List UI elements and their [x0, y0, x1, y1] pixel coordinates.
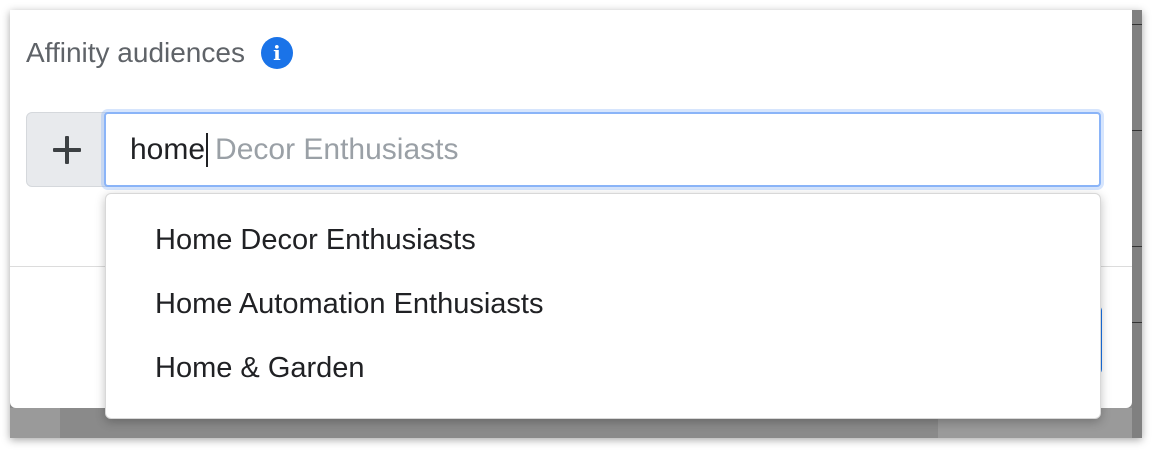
suggestion-dropdown: Home Decor Enthusiasts Home Automation E…: [105, 193, 1101, 419]
section-header: Affinity audiences i: [26, 36, 293, 70]
autocomplete-ghost-text: Decor Enthusiasts: [215, 132, 459, 166]
text-caret: [206, 132, 209, 167]
suggestion-item[interactable]: Home Decor Enthusiasts: [106, 208, 1100, 272]
background-divider: [1132, 322, 1142, 323]
background-panel: [1132, 10, 1142, 438]
plus-icon: [53, 135, 81, 164]
background-divider: [1132, 246, 1142, 247]
suggestion-item[interactable]: Home & Garden: [106, 336, 1100, 400]
audience-search-input[interactable]: home Decor Enthusiasts: [104, 112, 1101, 187]
background-divider: [1132, 24, 1142, 25]
suggestion-item[interactable]: Home Automation Enthusiasts: [106, 272, 1100, 336]
section-title: Affinity audiences: [26, 37, 245, 68]
app-frame: Affinity audiences i home Decor Enthusias…: [10, 10, 1142, 438]
background-divider: [1132, 130, 1142, 131]
add-audience-button[interactable]: [26, 112, 108, 187]
search-typed-value: home: [130, 132, 206, 166]
info-circle-icon[interactable]: i: [260, 37, 293, 69]
background-strip: [10, 408, 60, 438]
